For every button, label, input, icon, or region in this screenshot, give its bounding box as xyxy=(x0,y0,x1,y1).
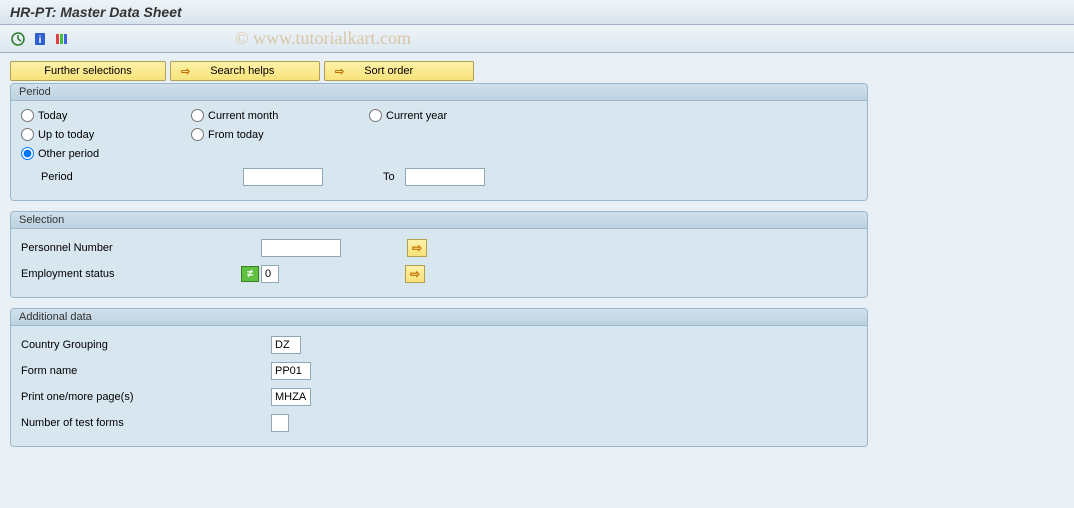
radio-today-input[interactable] xyxy=(21,109,34,122)
period-header: Period xyxy=(11,84,867,101)
page-title: HR-PT: Master Data Sheet xyxy=(0,0,1074,25)
radio-current-year[interactable]: Current year xyxy=(369,109,529,122)
employment-status-input[interactable] xyxy=(261,265,279,283)
additional-header: Additional data xyxy=(11,309,867,326)
selection-header: Selection xyxy=(11,212,867,229)
multiple-selection-button[interactable]: ⇨ xyxy=(407,239,427,257)
multiple-selection-button[interactable]: ⇨ xyxy=(405,265,425,283)
arrow-right-icon: ⇨ xyxy=(181,65,190,78)
radio-from-today-input[interactable] xyxy=(191,128,204,141)
personnel-number-input[interactable] xyxy=(261,239,341,257)
additional-data-group: Additional data Country Grouping Form na… xyxy=(10,308,868,447)
period-to-input[interactable] xyxy=(405,168,485,186)
selection-group: Selection Personnel Number ⇨ Employment … xyxy=(10,211,868,298)
radio-up-to-today-input[interactable] xyxy=(21,128,34,141)
radio-current-month-label: Current month xyxy=(208,110,278,122)
personnel-number-label: Personnel Number xyxy=(21,242,241,254)
radio-today[interactable]: Today xyxy=(21,109,191,122)
color-bars-icon[interactable] xyxy=(54,31,70,47)
country-grouping-label: Country Grouping xyxy=(21,339,271,351)
further-selections-button[interactable]: Further selections xyxy=(10,61,166,81)
radio-from-today-label: From today xyxy=(208,129,264,141)
info-icon[interactable]: i xyxy=(32,31,48,47)
radio-other-period-label: Other period xyxy=(38,148,99,160)
search-helps-button[interactable]: ⇨ Search helps xyxy=(170,61,320,81)
radio-from-today[interactable]: From today xyxy=(191,128,369,141)
action-row: Further selections ⇨ Search helps ⇨ Sort… xyxy=(10,61,1064,81)
further-selections-label: Further selections xyxy=(44,65,131,77)
num-test-forms-label: Number of test forms xyxy=(21,417,271,429)
sort-order-button[interactable]: ⇨ Sort order xyxy=(324,61,474,81)
radio-other-period[interactable]: Other period xyxy=(21,147,191,160)
execute-icon[interactable] xyxy=(10,31,26,47)
print-pages-label: Print one/more page(s) xyxy=(21,391,271,403)
period-from-input[interactable] xyxy=(243,168,323,186)
radio-other-period-input[interactable] xyxy=(21,147,34,160)
radio-current-month[interactable]: Current month xyxy=(191,109,369,122)
search-helps-label: Search helps xyxy=(210,65,274,77)
num-test-forms-input[interactable] xyxy=(271,414,289,432)
period-group: Period Today Current month Current year xyxy=(10,83,868,201)
country-grouping-input[interactable] xyxy=(271,336,301,354)
arrow-right-icon: ⇨ xyxy=(335,65,344,78)
period-to-label: To xyxy=(383,171,395,183)
radio-up-to-today[interactable]: Up to today xyxy=(21,128,191,141)
radio-up-to-today-label: Up to today xyxy=(38,129,94,141)
radio-current-year-input[interactable] xyxy=(369,109,382,122)
print-pages-input[interactable] xyxy=(271,388,311,406)
svg-text:i: i xyxy=(39,35,42,46)
sort-order-label: Sort order xyxy=(364,65,413,77)
period-label: Period xyxy=(21,171,243,183)
employment-status-label: Employment status xyxy=(21,268,241,280)
form-name-label: Form name xyxy=(21,365,271,377)
content-area: Further selections ⇨ Search helps ⇨ Sort… xyxy=(0,53,1074,465)
radio-current-month-input[interactable] xyxy=(191,109,204,122)
radio-current-year-label: Current year xyxy=(386,110,447,122)
form-name-input[interactable] xyxy=(271,362,311,380)
toolbar: i xyxy=(0,25,1074,53)
radio-today-label: Today xyxy=(38,110,67,122)
not-equal-icon[interactable]: ≠ xyxy=(241,266,259,282)
